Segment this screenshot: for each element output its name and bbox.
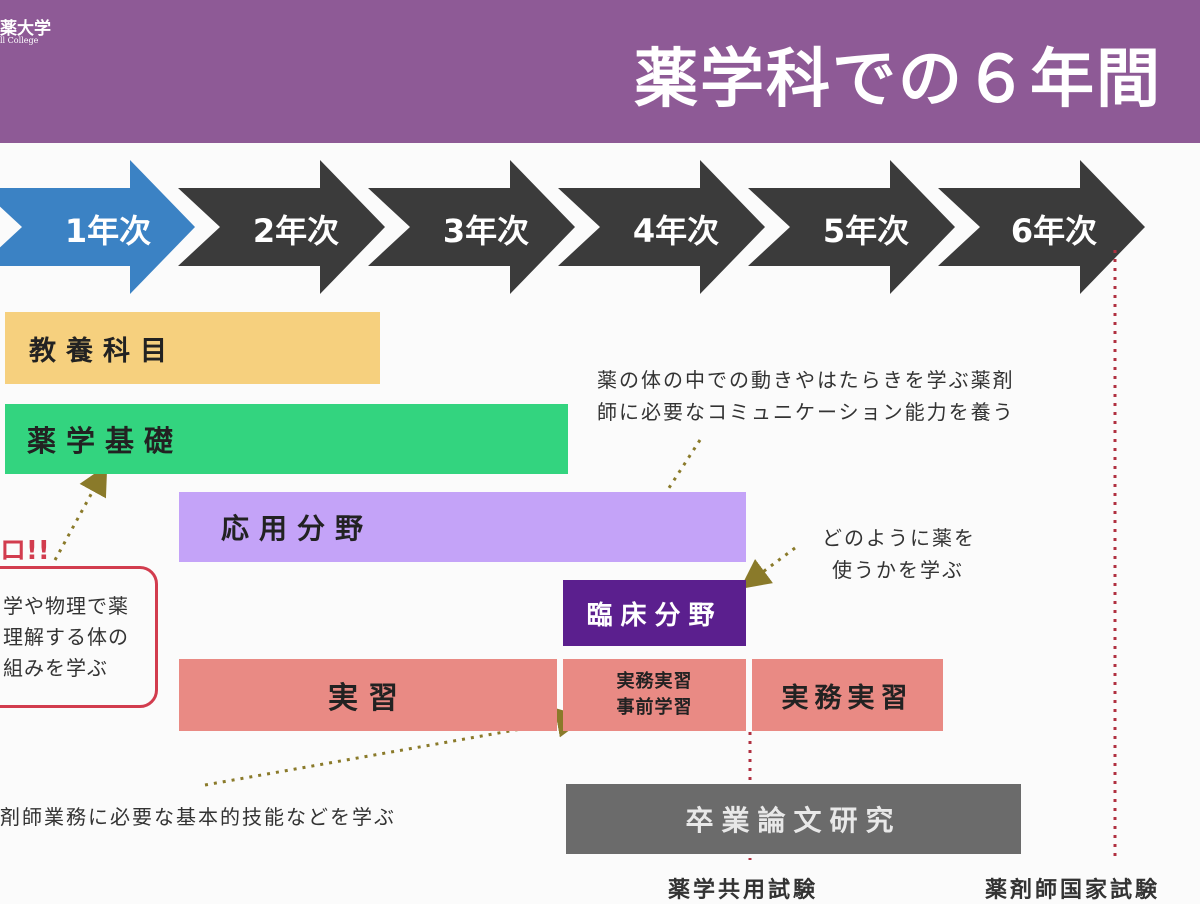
year-4-chevron: 4年次 <box>558 160 765 294</box>
year-5-chevron: 5年次 <box>748 160 955 294</box>
body-note-line2: 師に必要なコミュニケーション能力を養う <box>597 400 1015 424</box>
year-4-label: 4年次 <box>633 212 719 250</box>
red-note-box: 学や物理で薬 理解する体の 組みを学ぶ <box>0 566 158 708</box>
national-exam-label: 薬剤師国家試験 <box>985 878 1161 903</box>
clinical-dotted-arrow <box>739 546 796 589</box>
practical-training-bar: 実務実習 <box>752 659 943 731</box>
thesis-bar: 卒業論文研究 <box>566 784 1021 854</box>
pre-practice-bar: 実務実習 事前学習 <box>563 659 746 731</box>
year-6-chevron: 6年次 <box>938 160 1145 294</box>
pharma-basics-bar: 薬学基礎 <box>5 404 568 474</box>
clinical-bar: 臨床分野 <box>563 580 746 646</box>
year-3-chevron: 3年次 <box>368 160 575 294</box>
year-3-label: 3年次 <box>443 212 529 250</box>
red-note-line3: 組みを学ぶ <box>3 656 108 680</box>
year-5-label: 5年次 <box>823 212 909 250</box>
year-2-label: 2年次 <box>253 212 339 250</box>
year-1-chevron: 1年次 <box>0 160 195 294</box>
liberal-arts-bar: 教養科目 <box>5 312 380 384</box>
pharma-basics-label: 薬学基礎 <box>27 424 184 458</box>
red-note-line2: 理解する体の <box>3 625 129 649</box>
red-note-line1: 学や物理で薬 <box>3 594 129 618</box>
common-exam-label: 薬学共用試験 <box>668 878 819 903</box>
skills-note: 剤師業務に必要な基本的技能などを学ぶ <box>0 805 396 829</box>
body-note-line1: 薬の体の中での動きやはたらきを学ぶ薬剤 <box>597 368 1015 392</box>
red-note-text: 学や物理で薬 理解する体の 組みを学ぶ <box>3 591 129 684</box>
practice-label: 実習 <box>328 681 408 716</box>
pre-practice-label-line2: 事前学習 <box>616 697 693 718</box>
use-note-line2: 使うかを学ぶ <box>832 558 964 582</box>
use-note: どのように薬を 使うかを学ぶ <box>822 522 976 586</box>
body-note: 薬の体の中での動きやはたらきを学ぶ薬剤 師に必要なコミュニケーション能力を養う <box>597 364 1015 428</box>
liberal-arts-label: 教養科目 <box>29 335 177 367</box>
use-note-line1: どのように薬を <box>822 526 976 550</box>
year-6-label: 6年次 <box>1011 212 1097 250</box>
year-1-label: 1年次 <box>65 212 151 250</box>
pre-practice-label-line1: 実務実習 <box>616 671 693 692</box>
applied-bar: 応用分野 <box>179 492 746 562</box>
thesis-label: 卒業論文研究 <box>685 804 902 837</box>
basics-dotted-arrow <box>53 464 108 561</box>
practical-training-label: 実務実習 <box>781 682 914 714</box>
exclaim-text: ロ!! <box>0 536 50 566</box>
clinical-label: 臨床分野 <box>586 600 723 631</box>
practice-bar: 実習 <box>179 659 557 731</box>
applied-label: 応用分野 <box>221 512 374 545</box>
year-2-chevron: 2年次 <box>178 160 385 294</box>
